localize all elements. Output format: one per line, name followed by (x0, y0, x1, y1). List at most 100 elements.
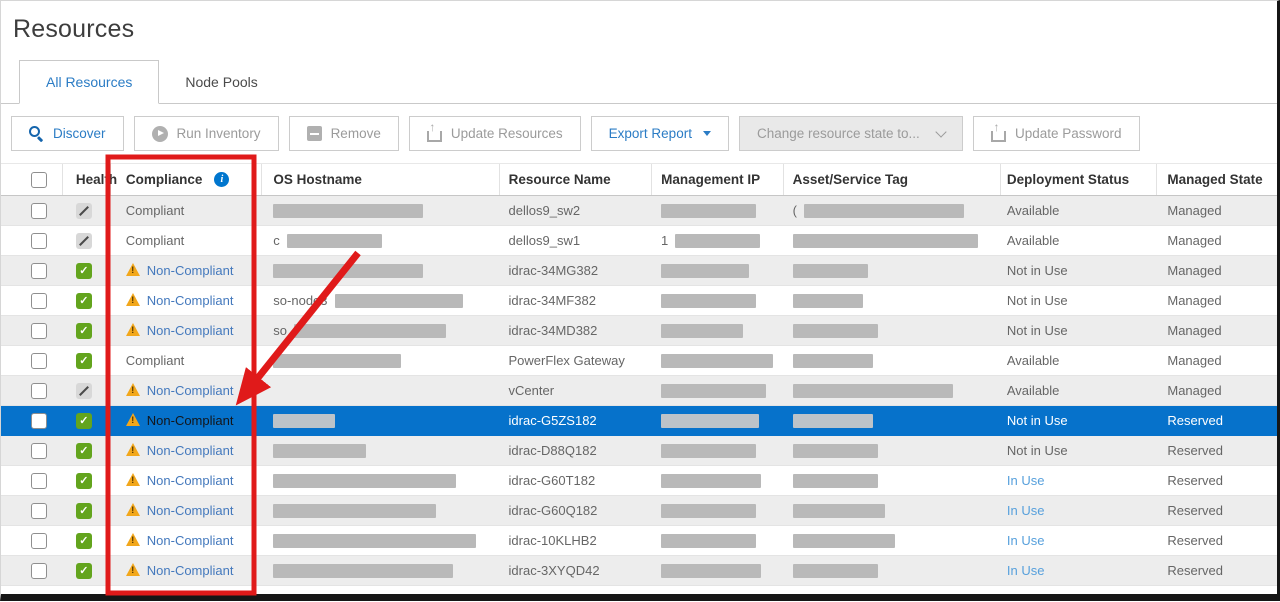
table-row[interactable]: ✓Non-Compliantidrac-3XYQD42In UseReserve… (1, 556, 1277, 586)
tab-node-pools[interactable]: Node Pools (159, 61, 283, 103)
table-row[interactable]: ✓Non-Compliantso-node3idrac-34MF382Not i… (1, 286, 1277, 316)
health-cell: ✓ (63, 556, 111, 585)
column-header-label[interactable]: OS Hostname (273, 172, 362, 187)
upload-icon (991, 131, 1006, 142)
in-use-link[interactable]: In Use (1007, 533, 1045, 548)
warning-icon (126, 263, 140, 276)
checkbox-cell (1, 406, 63, 435)
resource-name-text[interactable]: idrac-G60T182 (509, 473, 596, 488)
managed-state-text: Managed (1167, 293, 1221, 308)
row-checkbox[interactable] (31, 233, 47, 249)
row-checkbox[interactable] (31, 383, 47, 399)
management-ip-cell: 1 (652, 226, 784, 255)
remove-button-label: Remove (331, 126, 381, 141)
non-compliant-link[interactable]: Non-Compliant (147, 533, 234, 548)
deployment-status-text: Not in Use (1007, 323, 1068, 338)
change-resource-state-select[interactable]: Change resource state to... (739, 116, 963, 151)
resource-name-text[interactable]: idrac-34MD382 (509, 323, 598, 338)
table-row[interactable]: ✓Non-Compliantidrac-10KLHB2In UseReserve… (1, 526, 1277, 556)
row-checkbox[interactable] (31, 443, 47, 459)
in-use-link[interactable]: In Use (1007, 473, 1045, 488)
table-row[interactable]: ✓CompliantPowerFlex GatewayAvailableMana… (1, 346, 1277, 376)
row-checkbox[interactable] (31, 413, 47, 429)
table-row[interactable]: ✓Non-Compliantidrac-G60T182In UseReserve… (1, 466, 1277, 496)
row-checkbox[interactable] (31, 563, 47, 579)
resource-name-text[interactable]: dellos9_sw2 (509, 203, 581, 218)
tab-all-resources[interactable]: All Resources (19, 60, 159, 104)
table-row[interactable]: Compliantdellos9_sw2(AvailableManaged (1, 196, 1277, 226)
table-row[interactable]: ✓Non-Compliantidrac-G5ZS182Not in UseRes… (1, 406, 1277, 436)
resource-name-text[interactable]: dellos9_sw1 (509, 233, 581, 248)
os-hostname-cell (262, 406, 499, 435)
table-row[interactable]: ✓Non-Compliantidrac-D88Q182Not in UseRes… (1, 436, 1277, 466)
resource-name-text[interactable]: idrac-10KLHB2 (509, 533, 597, 548)
row-checkbox[interactable] (31, 473, 47, 489)
health-cell: ✓ (63, 256, 111, 285)
deployment-status-cell: In Use (1001, 526, 1157, 555)
row-checkbox[interactable] (31, 323, 47, 339)
run-inventory-button[interactable]: Run Inventory (134, 116, 279, 151)
update-resources-button[interactable]: Update Resources (409, 116, 581, 151)
warning-icon (126, 443, 140, 456)
resource-name-text[interactable]: idrac-3XYQD42 (509, 563, 600, 578)
table-row[interactable]: Non-CompliantvCenterAvailableManaged (1, 376, 1277, 406)
redacted-asset-service-tag (793, 354, 873, 368)
resource-name-text[interactable]: vCenter (509, 383, 555, 398)
row-checkbox[interactable] (31, 353, 47, 369)
resource-name-text[interactable]: idrac-G60Q182 (509, 503, 598, 518)
redacted-management-ip (661, 444, 756, 458)
column-header-label[interactable]: Compliance (126, 172, 203, 187)
row-checkbox[interactable] (31, 293, 47, 309)
resource-name-text[interactable]: idrac-D88Q182 (509, 443, 597, 458)
toolbar: Discover Run Inventory Remove Update Res… (1, 104, 1277, 163)
row-checkbox[interactable] (31, 503, 47, 519)
resource-name-cell: idrac-34MF382 (500, 286, 653, 315)
table-row[interactable]: ✓Non-Compliantidrac-34MG382Not in UseMan… (1, 256, 1277, 286)
in-use-link[interactable]: In Use (1007, 503, 1045, 518)
warning-icon (126, 413, 140, 426)
row-checkbox[interactable] (31, 533, 47, 549)
table-row[interactable]: Compliantcdellos9_sw11AvailableManaged (1, 226, 1277, 256)
in-use-link[interactable]: In Use (1007, 563, 1045, 578)
resource-name-text[interactable]: idrac-G5ZS182 (509, 413, 597, 428)
row-checkbox[interactable] (31, 203, 47, 219)
column-header-label[interactable]: Deployment Status (1007, 172, 1129, 187)
redacted-asset-service-tag (793, 384, 953, 398)
os-hostname-cell (262, 196, 499, 225)
asset-service-tag-cell: ( (784, 196, 1001, 225)
resource-name-cell: idrac-D88Q182 (500, 436, 653, 465)
non-compliant-link[interactable]: Non-Compliant (147, 323, 234, 338)
row-checkbox[interactable] (31, 263, 47, 279)
update-password-button[interactable]: Update Password (973, 116, 1140, 151)
redacted-management-ip (661, 294, 756, 308)
table-row[interactable]: ✓Non-Compliantidrac-G60Q182In UseReserve… (1, 496, 1277, 526)
asset-service-tag-cell (784, 316, 1001, 345)
non-compliant-link[interactable]: Non-Compliant (147, 293, 234, 308)
health-unknown-icon (76, 233, 92, 249)
non-compliant-link[interactable]: Non-Compliant (147, 473, 234, 488)
table-row[interactable]: ✓Non-Compliantsoidrac-34MD382Not in UseM… (1, 316, 1277, 346)
redacted-management-ip (661, 534, 756, 548)
resource-name-text[interactable]: idrac-34MG382 (509, 263, 599, 278)
asset-service-tag-cell (784, 466, 1001, 495)
non-compliant-link[interactable]: Non-Compliant (147, 413, 234, 428)
column-header-label[interactable]: Resource Name (509, 172, 611, 187)
remove-button[interactable]: Remove (289, 116, 399, 151)
info-icon[interactable]: i (214, 172, 229, 187)
select-all-checkbox[interactable] (31, 172, 47, 188)
discover-button[interactable]: Discover (11, 116, 124, 151)
resource-name-text[interactable]: PowerFlex Gateway (509, 353, 625, 368)
update-resources-button-label: Update Resources (451, 126, 563, 141)
non-compliant-link[interactable]: Non-Compliant (147, 443, 234, 458)
column-header-label[interactable]: Management IP (661, 172, 760, 187)
non-compliant-link[interactable]: Non-Compliant (147, 383, 234, 398)
non-compliant-link[interactable]: Non-Compliant (147, 263, 234, 278)
deployment-status-cell: Not in Use (1001, 286, 1157, 315)
non-compliant-link[interactable]: Non-Compliant (147, 563, 234, 578)
column-header-label[interactable]: Asset/Service Tag (793, 172, 908, 187)
non-compliant-link[interactable]: Non-Compliant (147, 503, 234, 518)
column-header-label[interactable]: Managed State (1167, 172, 1262, 187)
resource-name-text[interactable]: idrac-34MF382 (509, 293, 596, 308)
export-report-button[interactable]: Export Report (591, 116, 729, 151)
checkbox-cell (1, 436, 63, 465)
